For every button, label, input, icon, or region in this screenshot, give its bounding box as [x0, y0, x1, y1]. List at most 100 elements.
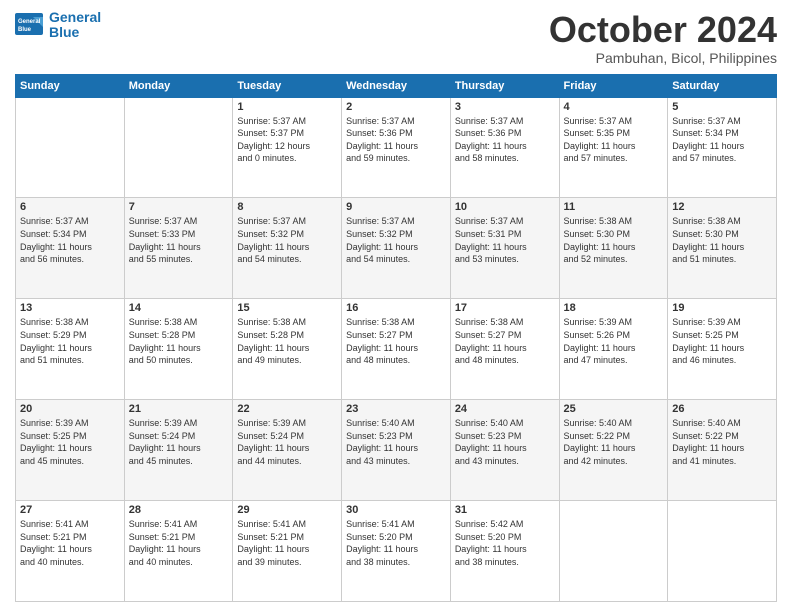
day-number: 11: [564, 201, 664, 213]
day-content: Sunrise: 5:41 AM Sunset: 5:21 PM Dayligh…: [20, 518, 120, 568]
day-content: Sunrise: 5:38 AM Sunset: 5:27 PM Dayligh…: [455, 316, 555, 366]
day-content: Sunrise: 5:40 AM Sunset: 5:22 PM Dayligh…: [564, 417, 664, 467]
day-content: Sunrise: 5:40 AM Sunset: 5:23 PM Dayligh…: [455, 417, 555, 467]
day-number: 28: [129, 504, 229, 516]
col-thursday: Thursday: [450, 74, 559, 97]
day-number: 31: [455, 504, 555, 516]
calendar-cell: 8 Sunrise: 5:37 AM Sunset: 5:32 PM Daylig…: [233, 198, 342, 299]
title-block: October 2024 Pambuhan, Bicol, Philippine…: [549, 10, 777, 66]
day-number: 9: [346, 201, 446, 213]
day-content: Sunrise: 5:41 AM Sunset: 5:21 PM Dayligh…: [129, 518, 229, 568]
day-content: Sunrise: 5:38 AM Sunset: 5:28 PM Dayligh…: [237, 316, 337, 366]
day-number: 4: [564, 101, 664, 113]
calendar-header: Sunday Monday Tuesday Wednesday Thursday…: [16, 74, 777, 97]
calendar-cell: 12 Sunrise: 5:38 AM Sunset: 5:30 PM Dayli…: [668, 198, 777, 299]
day-number: 7: [129, 201, 229, 213]
calendar-cell: 27 Sunrise: 5:41 AM Sunset: 5:21 PM Dayli…: [16, 501, 125, 602]
logo-icon: General Blue: [15, 13, 45, 37]
col-sunday: Sunday: [16, 74, 125, 97]
day-number: 2: [346, 101, 446, 113]
day-content: Sunrise: 5:37 AM Sunset: 5:32 PM Dayligh…: [237, 215, 337, 265]
header: General Blue General Blue October 2024 P…: [15, 10, 777, 66]
day-content: Sunrise: 5:37 AM Sunset: 5:34 PM Dayligh…: [672, 115, 772, 165]
day-number: 3: [455, 101, 555, 113]
calendar-table: Sunday Monday Tuesday Wednesday Thursday…: [15, 74, 777, 602]
weekday-row: Sunday Monday Tuesday Wednesday Thursday…: [16, 74, 777, 97]
day-content: Sunrise: 5:38 AM Sunset: 5:28 PM Dayligh…: [129, 316, 229, 366]
calendar-week-4: 20 Sunrise: 5:39 AM Sunset: 5:25 PM Dayli…: [16, 400, 777, 501]
day-number: 12: [672, 201, 772, 213]
day-number: 16: [346, 302, 446, 314]
logo: General Blue General Blue: [15, 10, 101, 41]
day-number: 14: [129, 302, 229, 314]
day-content: Sunrise: 5:37 AM Sunset: 5:31 PM Dayligh…: [455, 215, 555, 265]
calendar-cell: 26Sunrise: 5:40 AM Sunset: 5:22 PM Dayli…: [668, 400, 777, 501]
day-number: 20: [20, 403, 120, 415]
calendar-cell: 25 Sunrise: 5:40 AM Sunset: 5:22 PM Dayli…: [559, 400, 668, 501]
day-number: 5: [672, 101, 772, 113]
calendar-cell: 14 Sunrise: 5:38 AM Sunset: 5:28 PM Dayli…: [124, 299, 233, 400]
logo-line1: General: [49, 10, 101, 25]
calendar-cell: 30 Sunrise: 5:41 AM Sunset: 5:20 PM Dayli…: [342, 501, 451, 602]
calendar-cell: 28 Sunrise: 5:41 AM Sunset: 5:21 PM Dayli…: [124, 501, 233, 602]
calendar-cell: 9Sunrise: 5:37 AM Sunset: 5:32 PM Daylig…: [342, 198, 451, 299]
calendar-cell: 16 Sunrise: 5:38 AM Sunset: 5:27 PM Dayli…: [342, 299, 451, 400]
day-number: 24: [455, 403, 555, 415]
day-number: 29: [237, 504, 337, 516]
day-number: 30: [346, 504, 446, 516]
month-title: October 2024: [549, 10, 777, 50]
calendar-week-2: 6Sunrise: 5:37 AM Sunset: 5:34 PM Daylig…: [16, 198, 777, 299]
day-content: Sunrise: 5:41 AM Sunset: 5:21 PM Dayligh…: [237, 518, 337, 568]
calendar-cell: 20 Sunrise: 5:39 AM Sunset: 5:25 PM Dayli…: [16, 400, 125, 501]
day-number: 27: [20, 504, 120, 516]
day-content: Sunrise: 5:39 AM Sunset: 5:24 PM Dayligh…: [237, 417, 337, 467]
page: General Blue General Blue October 2024 P…: [0, 0, 792, 612]
calendar-cell: 4 Sunrise: 5:37 AM Sunset: 5:35 PM Daylig…: [559, 97, 668, 198]
day-content: Sunrise: 5:39 AM Sunset: 5:25 PM Dayligh…: [672, 316, 772, 366]
col-monday: Monday: [124, 74, 233, 97]
calendar-cell: 10Sunrise: 5:37 AM Sunset: 5:31 PM Dayli…: [450, 198, 559, 299]
calendar-cell: 5 Sunrise: 5:37 AM Sunset: 5:34 PM Daylig…: [668, 97, 777, 198]
day-content: Sunrise: 5:37 AM Sunset: 5:33 PM Dayligh…: [129, 215, 229, 265]
calendar-cell: 23Sunrise: 5:40 AM Sunset: 5:23 PM Dayli…: [342, 400, 451, 501]
calendar-cell: 15 Sunrise: 5:38 AM Sunset: 5:28 PM Dayli…: [233, 299, 342, 400]
calendar-cell: 22 Sunrise: 5:39 AM Sunset: 5:24 PM Dayli…: [233, 400, 342, 501]
day-content: Sunrise: 5:38 AM Sunset: 5:27 PM Dayligh…: [346, 316, 446, 366]
calendar-cell: 11Sunrise: 5:38 AM Sunset: 5:30 PM Dayli…: [559, 198, 668, 299]
calendar-cell: 3 Sunrise: 5:37 AM Sunset: 5:36 PM Daylig…: [450, 97, 559, 198]
logo-text: General Blue: [49, 10, 101, 41]
day-content: Sunrise: 5:37 AM Sunset: 5:36 PM Dayligh…: [455, 115, 555, 165]
calendar-week-5: 27 Sunrise: 5:41 AM Sunset: 5:21 PM Dayli…: [16, 501, 777, 602]
day-content: Sunrise: 5:38 AM Sunset: 5:29 PM Dayligh…: [20, 316, 120, 366]
day-number: 25: [564, 403, 664, 415]
day-number: 15: [237, 302, 337, 314]
day-number: 8: [237, 201, 337, 213]
calendar-week-3: 13Sunrise: 5:38 AM Sunset: 5:29 PM Dayli…: [16, 299, 777, 400]
col-saturday: Saturday: [668, 74, 777, 97]
calendar-cell: 13Sunrise: 5:38 AM Sunset: 5:29 PM Dayli…: [16, 299, 125, 400]
day-content: Sunrise: 5:39 AM Sunset: 5:24 PM Dayligh…: [129, 417, 229, 467]
day-content: Sunrise: 5:37 AM Sunset: 5:34 PM Dayligh…: [20, 215, 120, 265]
day-content: Sunrise: 5:39 AM Sunset: 5:25 PM Dayligh…: [20, 417, 120, 467]
calendar-week-1: 1 Sunrise: 5:37 AM Sunset: 5:37 PM Daylig…: [16, 97, 777, 198]
day-number: 19: [672, 302, 772, 314]
svg-text:General: General: [18, 19, 41, 25]
day-number: 21: [129, 403, 229, 415]
day-number: 18: [564, 302, 664, 314]
col-friday: Friday: [559, 74, 668, 97]
day-content: Sunrise: 5:37 AM Sunset: 5:35 PM Dayligh…: [564, 115, 664, 165]
calendar-cell: 2 Sunrise: 5:37 AM Sunset: 5:36 PM Daylig…: [342, 97, 451, 198]
calendar-cell: 17Sunrise: 5:38 AM Sunset: 5:27 PM Dayli…: [450, 299, 559, 400]
day-content: Sunrise: 5:41 AM Sunset: 5:20 PM Dayligh…: [346, 518, 446, 568]
day-content: Sunrise: 5:38 AM Sunset: 5:30 PM Dayligh…: [672, 215, 772, 265]
calendar-cell: 18Sunrise: 5:39 AM Sunset: 5:26 PM Dayli…: [559, 299, 668, 400]
day-content: Sunrise: 5:42 AM Sunset: 5:20 PM Dayligh…: [455, 518, 555, 568]
day-content: Sunrise: 5:37 AM Sunset: 5:37 PM Dayligh…: [237, 115, 337, 165]
calendar-cell: 19 Sunrise: 5:39 AM Sunset: 5:25 PM Dayli…: [668, 299, 777, 400]
calendar-cell: 31 Sunrise: 5:42 AM Sunset: 5:20 PM Dayli…: [450, 501, 559, 602]
logo-line2: Blue: [49, 25, 101, 40]
day-content: Sunrise: 5:40 AM Sunset: 5:22 PM Dayligh…: [672, 417, 772, 467]
day-content: Sunrise: 5:37 AM Sunset: 5:36 PM Dayligh…: [346, 115, 446, 165]
day-number: 22: [237, 403, 337, 415]
day-number: 1: [237, 101, 337, 113]
